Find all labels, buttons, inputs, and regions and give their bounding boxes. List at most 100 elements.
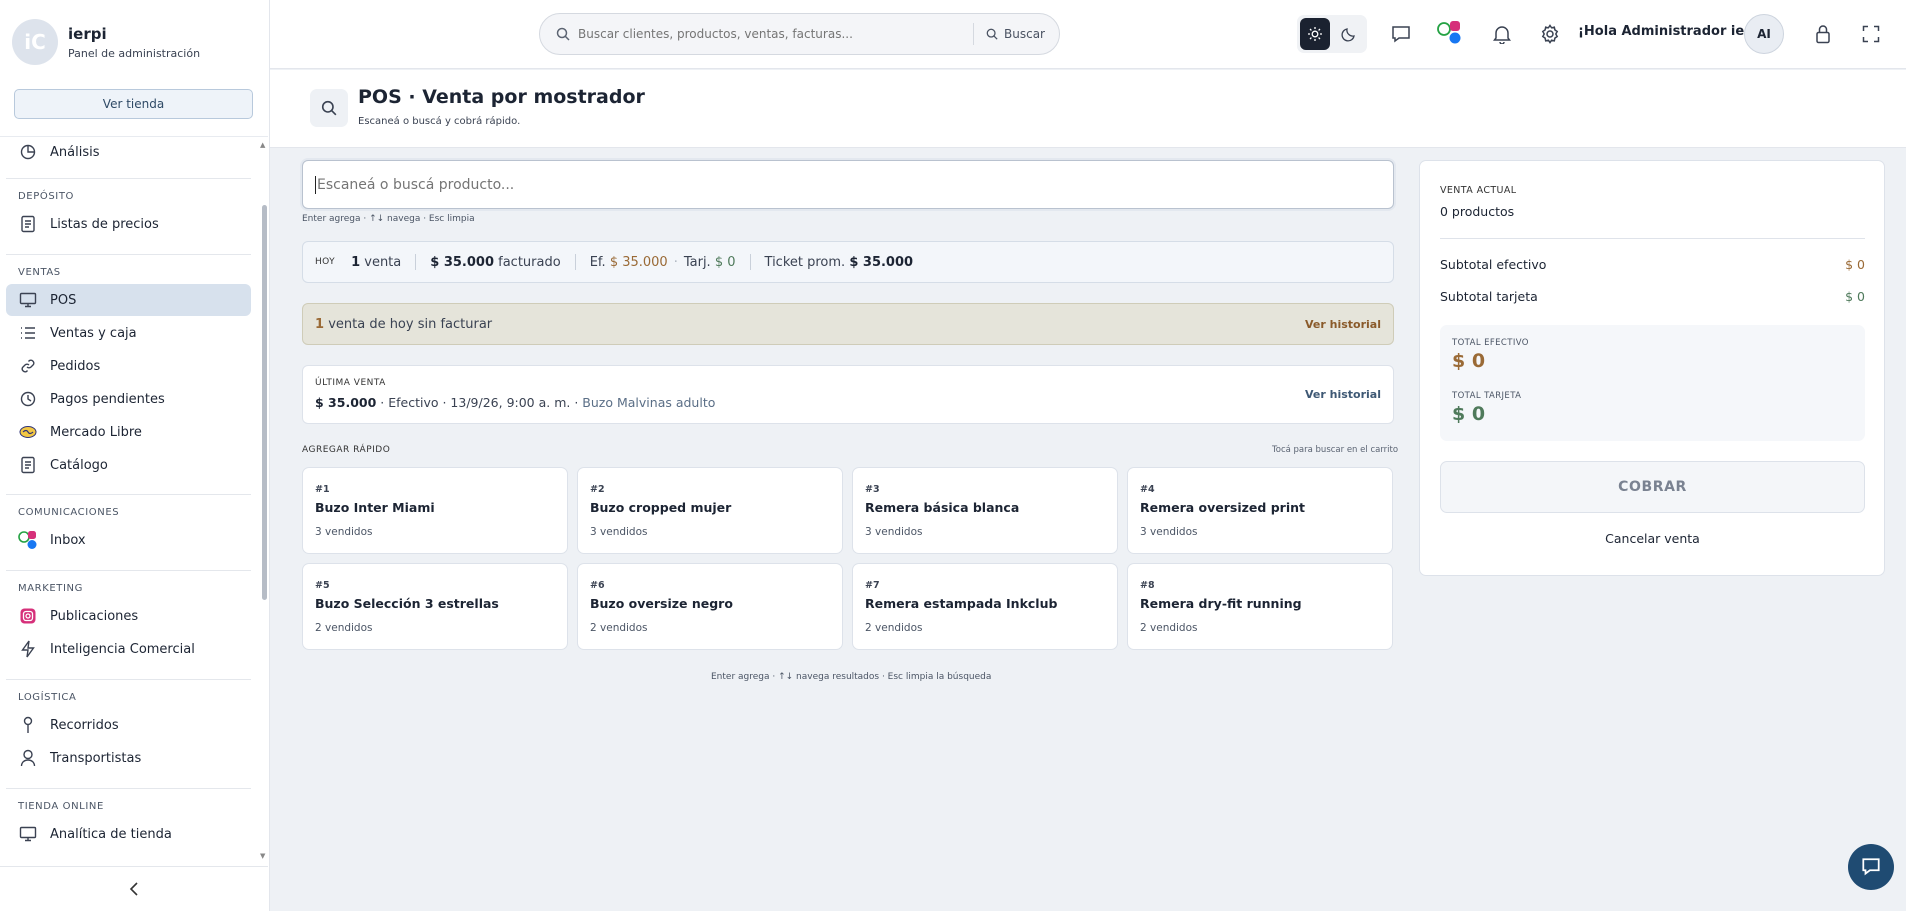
- scroll-down-arrow[interactable]: ▼: [260, 852, 265, 860]
- lock-icon: [1816, 25, 1830, 44]
- section-tienda-online: TIENDA ONLINE: [18, 801, 104, 812]
- sidebar-item-publications[interactable]: Publicaciones: [6, 600, 251, 632]
- sidebar-item-inbox[interactable]: Inbox: [6, 524, 251, 556]
- quick-add-product-card[interactable]: #2 Buzo cropped mujer 3 vendidos: [577, 467, 843, 554]
- sidebar-item-sales-cash[interactable]: Ventas y caja: [6, 317, 251, 349]
- product-name: Buzo Inter Miami: [315, 500, 435, 515]
- lightning-icon: [18, 639, 38, 659]
- sidebar-item-analisis[interactable]: Análisis: [6, 136, 251, 168]
- settings-button[interactable]: [1538, 22, 1562, 46]
- cart-count: 0 productos: [1440, 204, 1515, 219]
- monitor-icon: [18, 824, 38, 844]
- sidebar-scrollbar[interactable]: [262, 205, 267, 600]
- product-name: Remera estampada Inkclub: [865, 596, 1058, 611]
- notifications-button[interactable]: [1490, 22, 1514, 46]
- document-icon: [18, 455, 38, 475]
- last-sale-product: Buzo Malvinas adulto: [582, 395, 716, 410]
- sidebar-item-label: Analítica de tienda: [50, 826, 172, 842]
- last-sale-history-button[interactable]: Ver historial: [1305, 388, 1381, 401]
- view-history-button[interactable]: Ver historial: [1305, 318, 1381, 331]
- quick-add-product-card[interactable]: #8 Remera dry-fit running 2 vendidos: [1127, 563, 1393, 650]
- search-button-label: Buscar: [1004, 27, 1045, 41]
- scroll-up-arrow[interactable]: ▲: [260, 141, 265, 149]
- quick-add-product-card[interactable]: #6 Buzo oversize negro 2 vendidos: [577, 563, 843, 650]
- today-sales-word: venta: [364, 254, 402, 270]
- sidebar-item-carriers[interactable]: Transportistas: [6, 742, 251, 774]
- charge-button[interactable]: COBRAR: [1440, 461, 1865, 513]
- product-sold-count: 2 vendidos: [315, 622, 373, 634]
- messaging-apps-icon: [18, 530, 38, 550]
- sidebar-item-label: POS: [50, 292, 77, 308]
- search-icon: [321, 100, 337, 116]
- view-store-button[interactable]: Ver tienda: [14, 89, 253, 119]
- divider: [6, 254, 251, 255]
- quick-add-product-card[interactable]: #7 Remera estampada Inkclub 2 vendidos: [852, 563, 1118, 650]
- global-search-input[interactable]: [578, 27, 973, 41]
- quick-add-product-card[interactable]: #3 Remera básica blanca 3 vendidos: [852, 467, 1118, 554]
- today-cash-label: Ef.: [589, 254, 606, 270]
- product-name: Remera dry-fit running: [1140, 596, 1302, 611]
- product-rank: #6: [590, 580, 605, 591]
- monitor-icon: [18, 290, 38, 310]
- today-avg-label: Ticket prom.: [764, 254, 846, 270]
- last-sale-label: ÚLTIMA VENTA: [315, 378, 386, 388]
- sidebar-item-orders[interactable]: Pedidos: [6, 350, 251, 382]
- dark-theme-button[interactable]: [1334, 18, 1364, 50]
- quick-add-product-card[interactable]: #1 Buzo Inter Miami 3 vendidos: [302, 467, 568, 554]
- subtotal-cash-row: Subtotal efectivo $ 0: [1440, 257, 1865, 272]
- lock-button[interactable]: [1811, 22, 1835, 46]
- today-avg-amount: $ 35.000: [849, 254, 914, 270]
- quick-add-product-card[interactable]: #5 Buzo Selección 3 estrellas 2 vendidos: [302, 563, 568, 650]
- instagram-icon: [18, 606, 38, 626]
- divider: [415, 254, 417, 270]
- brand[interactable]: iC ierpi Panel de administración: [12, 18, 200, 66]
- section-logistica: LOGÍSTICA: [18, 692, 77, 703]
- sidebar-item-label: Catálogo: [50, 457, 108, 473]
- sidebar-item-routes[interactable]: Recorridos: [6, 709, 251, 741]
- sidebar-item-catalog[interactable]: Catálogo: [6, 449, 251, 481]
- search-icon: [556, 27, 570, 41]
- product-sold-count: 2 vendidos: [1140, 622, 1198, 634]
- sidebar-item-business-intelligence[interactable]: Inteligencia Comercial: [6, 633, 251, 665]
- sidebar-item-label: Transportistas: [50, 750, 142, 766]
- expand-icon: [1862, 25, 1880, 43]
- product-rank: #7: [865, 580, 880, 591]
- totals-box: TOTAL EFECTIVO $ 0 TOTAL TARJETA $ 0: [1440, 325, 1865, 441]
- collapse-sidebar-button[interactable]: [0, 866, 268, 911]
- product-sold-count: 2 vendidos: [590, 622, 648, 634]
- cancel-sale-button[interactable]: Cancelar venta: [1440, 531, 1865, 546]
- avatar[interactable]: AI: [1744, 14, 1784, 54]
- product-rank: #4: [1140, 484, 1155, 495]
- global-search-button[interactable]: Buscar: [973, 23, 1045, 45]
- fullscreen-button[interactable]: [1859, 22, 1883, 46]
- total-cash-label: TOTAL EFECTIVO: [1452, 338, 1529, 348]
- sidebar-item-label: Inteligencia Comercial: [50, 641, 195, 657]
- unbilled-count: 1: [315, 316, 325, 332]
- today-cash-amount: $ 35.000: [609, 254, 668, 270]
- quick-add-product-card[interactable]: #4 Remera oversized print 3 vendidos: [1127, 467, 1393, 554]
- divider: [6, 679, 251, 680]
- today-card-amount: $ 0: [714, 254, 736, 270]
- product-name: Remera oversized print: [1140, 500, 1305, 515]
- search-hint: Enter agrega · ↑↓ navega · Esc limpia: [302, 214, 475, 224]
- page-search-button[interactable]: [310, 89, 348, 127]
- light-theme-button[interactable]: [1300, 18, 1330, 50]
- sidebar-item-pos[interactable]: POS: [6, 284, 251, 316]
- sidebar-item-pending-payments[interactable]: Pagos pendientes: [6, 383, 251, 415]
- messaging-apps-button[interactable]: [1435, 18, 1465, 48]
- support-chat-button[interactable]: [1848, 844, 1894, 890]
- sidebar-item-mercado-libre[interactable]: Mercado Libre: [6, 416, 251, 448]
- chat-button[interactable]: [1389, 22, 1413, 46]
- subtotal-cash-value: $ 0: [1845, 257, 1865, 272]
- sidebar-item-store-analytics[interactable]: Analítica de tienda: [6, 818, 251, 850]
- theme-toggle: [1297, 15, 1367, 53]
- sidebar-item-price-lists[interactable]: Listas de precios: [6, 208, 251, 240]
- product-search-box: [302, 160, 1394, 209]
- product-name: Buzo cropped mujer: [590, 500, 732, 515]
- product-sold-count: 2 vendidos: [865, 622, 923, 634]
- sidebar-nav: Análisis DEPÓSITO Listas de precios VENT…: [0, 136, 258, 861]
- subtotal-card-row: Subtotal tarjeta $ 0: [1440, 289, 1865, 304]
- sidebar-item-label: Publicaciones: [50, 608, 139, 624]
- product-search-input[interactable]: [317, 176, 1367, 193]
- user-icon: [18, 748, 38, 768]
